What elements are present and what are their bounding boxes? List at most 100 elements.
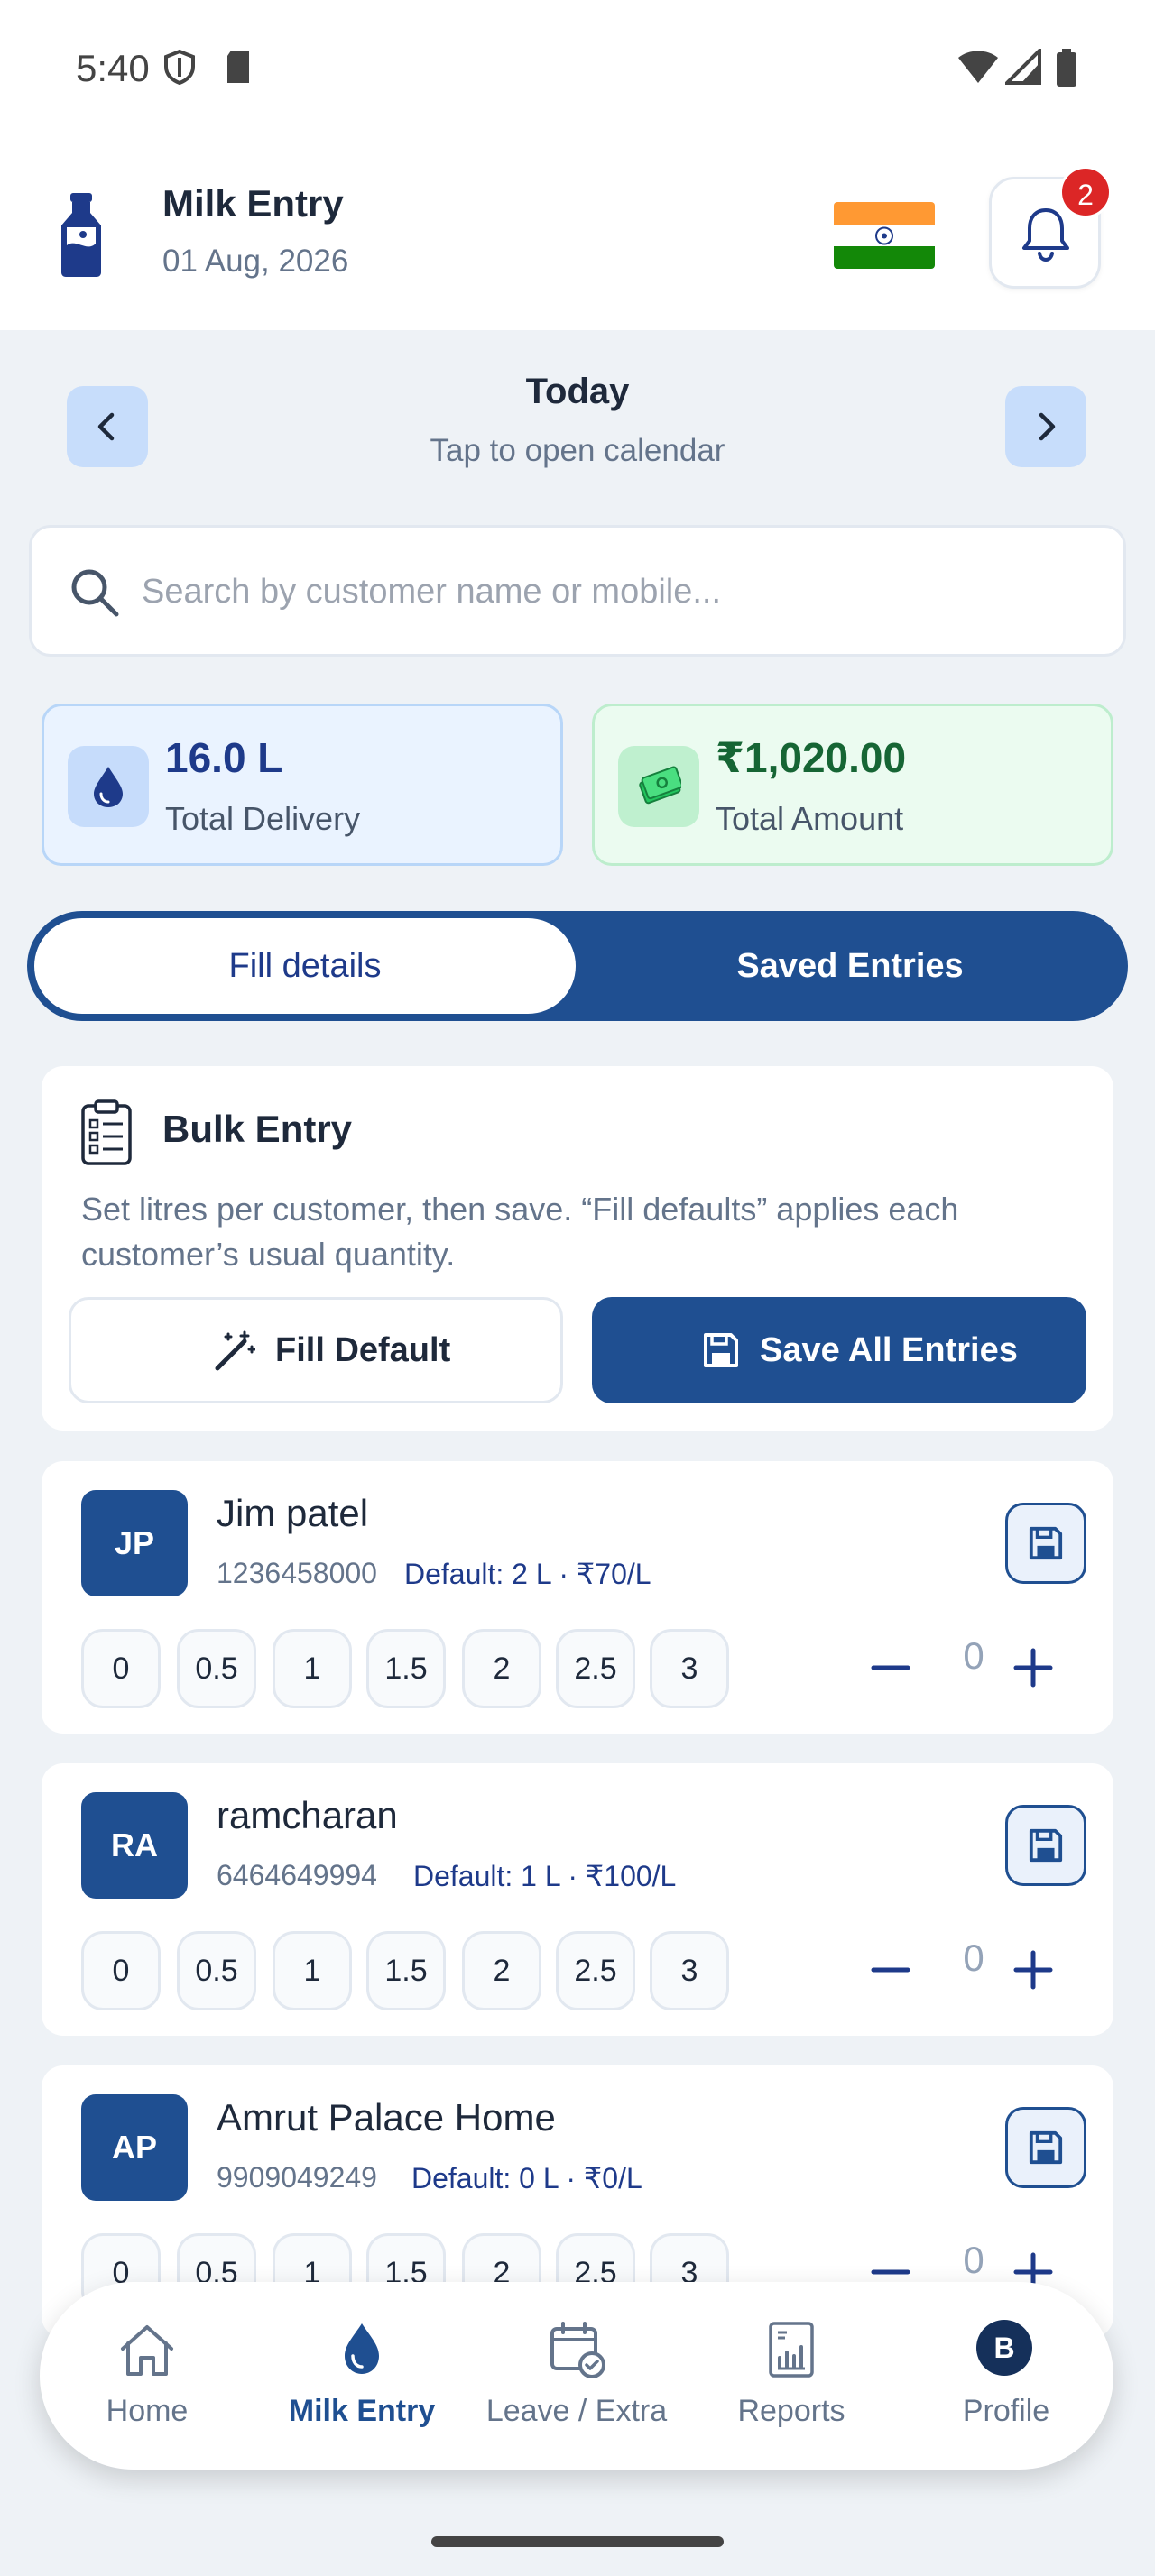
status-bar: 5:40 — [0, 0, 1155, 144]
home-indicator[interactable] — [431, 2536, 724, 2547]
phone-screen: 5:40 Milk Entry 01 Aug, 2026 2 Today Tap… — [0, 0, 1155, 2576]
total-delivery-value: 16.0 L — [165, 734, 283, 781]
wifi-icon — [956, 49, 1000, 89]
clipboard-list-icon — [81, 1099, 132, 1165]
current-date: 01 Aug, 2026 — [162, 244, 349, 279]
customer-name: Jim patel — [217, 1492, 369, 1534]
decrement-button[interactable] — [868, 1947, 913, 1992]
chevron-right-icon — [1039, 412, 1056, 441]
report-icon — [769, 2322, 814, 2378]
quantity-value: 0 — [963, 1634, 984, 1677]
status-time: 5:40 — [76, 47, 150, 89]
floppy-disk-icon — [1029, 2130, 1063, 2165]
customer-default: Default: 1 L · ₹100/L — [413, 1860, 677, 1892]
total-amount-label: Total Amount — [716, 800, 904, 837]
bell-icon — [1022, 208, 1069, 262]
customer-phone: 1236458000 — [217, 1557, 377, 1589]
save-entry-button[interactable] — [1005, 1805, 1086, 1886]
view-tabs: Fill details Saved Entries — [27, 911, 1128, 1021]
nav-reports[interactable]: Reports — [684, 2282, 899, 2470]
decrement-button[interactable] — [868, 1645, 913, 1690]
signal-icon — [1003, 46, 1041, 89]
customer-name: Amrut Palace Home — [217, 2096, 556, 2139]
total-amount-value: ₹1,020.00 — [716, 734, 907, 781]
nav-leave-extra[interactable]: Leave / Extra — [469, 2282, 684, 2470]
magic-wand-icon — [215, 1330, 255, 1371]
profile-avatar: B — [976, 2320, 1032, 2376]
home-icon — [121, 2325, 173, 2376]
bottom-nav: Home Milk Entry Leave / Extra Reports B … — [40, 2282, 1113, 2470]
nav-milk-entry[interactable]: Milk Entry — [254, 2282, 469, 2470]
floppy-disk-icon — [1029, 1526, 1063, 1560]
customer-name: ramcharan — [217, 1794, 398, 1836]
tab-fill-details[interactable]: Fill details — [34, 918, 576, 1014]
customer-default: Default: 2 L · ₹70/L — [404, 1558, 651, 1590]
total-delivery-card: 16.0 L Total Delivery — [42, 704, 563, 866]
qty-chip[interactable]: 1 — [273, 1629, 352, 1708]
bulk-entry-card: Bulk Entry Set litres per customer, then… — [42, 1066, 1113, 1431]
next-day-button[interactable] — [1005, 386, 1086, 467]
india-flag-icon[interactable] — [834, 202, 935, 269]
customer-avatar: JP — [81, 1490, 188, 1596]
cash-icon — [618, 746, 699, 827]
customer-phone: 9909049249 — [217, 2161, 377, 2194]
qty-chip[interactable]: 3 — [650, 1931, 729, 2010]
customer-avatar: AP — [81, 2094, 188, 2201]
total-delivery-label: Total Delivery — [165, 800, 361, 837]
sd-card-icon — [224, 49, 253, 89]
search-input[interactable] — [140, 555, 1100, 629]
qty-chip[interactable]: 2 — [462, 1629, 541, 1708]
save-entry-button[interactable] — [1005, 2107, 1086, 2188]
floppy-disk-icon — [704, 1333, 738, 1367]
water-drop-icon — [345, 2323, 379, 2374]
milk-bottle-logo-icon — [56, 191, 106, 278]
floppy-disk-icon — [1029, 1828, 1063, 1863]
quantity-value: 0 — [963, 1937, 984, 1979]
nav-profile-label: Profile — [962, 2394, 1050, 2428]
customer-avatar: RA — [81, 1792, 188, 1899]
page-title: Milk Entry — [162, 182, 344, 225]
increment-button[interactable] — [1011, 1645, 1056, 1690]
qty-chip[interactable]: 0.5 — [177, 1931, 256, 2010]
calendar-hint[interactable]: Tap to open calendar — [0, 433, 1155, 469]
save-all-entries-button[interactable]: Save All Entries — [592, 1297, 1086, 1403]
nav-profile[interactable]: B Profile — [899, 2282, 1113, 2470]
nav-milk-entry-label: Milk Entry — [288, 2394, 436, 2428]
increment-button[interactable] — [1011, 1947, 1056, 1992]
nav-leave-extra-label: Leave / Extra — [485, 2394, 668, 2428]
search-bar — [29, 525, 1126, 657]
app-header: Milk Entry 01 Aug, 2026 2 — [0, 144, 1155, 330]
qty-chip[interactable]: 0 — [81, 1931, 161, 2010]
battery-icon — [1056, 49, 1077, 91]
nav-home-label: Home — [106, 2394, 189, 2428]
water-drop-icon — [68, 746, 149, 827]
customer-card: RA ramcharan 6464649994 Default: 1 L · ₹… — [42, 1763, 1113, 2036]
qty-chip[interactable]: 1 — [273, 1931, 352, 2010]
save-entry-button[interactable] — [1005, 1503, 1086, 1584]
customer-phone: 6464649994 — [217, 1859, 377, 1891]
qty-chip[interactable]: 2.5 — [556, 1629, 635, 1708]
date-label[interactable]: Today — [0, 372, 1155, 412]
tab-saved-entries[interactable]: Saved Entries — [579, 918, 1121, 1014]
fill-default-label: Fill Default — [275, 1331, 451, 1369]
qty-chip[interactable]: 0 — [81, 1629, 161, 1708]
qty-chip[interactable]: 1.5 — [366, 1931, 446, 2010]
notification-badge: 2 — [1059, 166, 1112, 218]
customer-card: JP Jim patel 1236458000 Default: 2 L · ₹… — [42, 1461, 1113, 1734]
nav-home[interactable]: Home — [40, 2282, 254, 2470]
quantity-value: 0 — [963, 2239, 984, 2281]
qty-chip[interactable]: 3 — [650, 1629, 729, 1708]
shield-icon — [162, 49, 197, 89]
qty-chip[interactable]: 2 — [462, 1931, 541, 2010]
bulk-entry-title: Bulk Entry — [162, 1108, 353, 1150]
save-all-entries-label: Save All Entries — [760, 1331, 1018, 1369]
customer-default: Default: 0 L · ₹0/L — [411, 2162, 642, 2194]
nav-reports-label: Reports — [737, 2394, 845, 2428]
qty-chip[interactable]: 0.5 — [177, 1629, 256, 1708]
calendar-check-icon — [550, 2322, 605, 2378]
search-icon — [71, 569, 119, 617]
qty-chip[interactable]: 2.5 — [556, 1931, 635, 2010]
qty-chip[interactable]: 1.5 — [366, 1629, 446, 1708]
fill-default-button[interactable]: Fill Default — [69, 1297, 563, 1403]
bulk-entry-description: Set litres per customer, then save. “Fil… — [81, 1191, 959, 1273]
